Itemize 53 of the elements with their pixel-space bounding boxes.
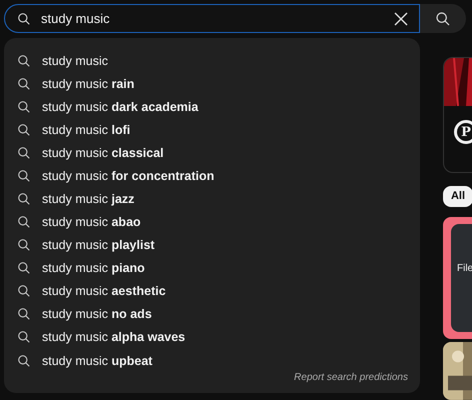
search-button[interactable] [420,4,466,33]
suggestion-item[interactable]: study music no ads [4,302,420,326]
search-icon [17,238,31,252]
suggestion-item[interactable]: study music aesthetic [4,280,420,303]
search-icon [17,76,31,91]
search-icon [17,354,31,368]
suggestion-text: study music playlist [42,238,155,252]
suggestion-text: study music jazz [42,192,134,206]
suggestion-text: study music for concentration [42,168,214,183]
suggestion-text: study music abao [42,215,141,230]
suggestion-item[interactable]: study music piano [4,256,420,280]
suggestion-text: study music dark academia [42,100,198,114]
suggestion-item[interactable]: study music for concentration [4,164,420,188]
suggestion-text: study music no ads [42,307,152,322]
search-input[interactable]: study music [41,11,383,26]
search-icon [17,122,31,137]
suggestion-item[interactable]: study music dark academia [4,95,420,118]
search-icon [17,330,31,344]
suggestion-text: study music alpha waves [42,330,186,344]
filter-chip[interactable]: All [443,186,472,208]
suggestion-item[interactable]: study music classical [4,141,420,164]
report-link[interactable]: Report search predictions [294,372,408,384]
suggestion-text: study music piano [42,261,145,276]
suggestion-item[interactable]: study music playlist [4,234,420,257]
suggestion-item[interactable]: study music upbeat [4,349,420,372]
clear-button[interactable] [393,10,409,26]
suggestion-text: study music lofi [42,122,130,137]
search-icon [17,54,31,68]
search-field[interactable]: study music [4,4,420,33]
suggestion-text: study music classical [42,146,164,160]
search-icon [17,100,31,114]
channel-logo: P [454,120,472,144]
suggestion-text: study music [42,54,108,68]
suggestion-item[interactable]: study music rain [4,72,420,96]
search-icon [17,146,31,160]
suggestion-text: study music upbeat [42,354,152,368]
search-icon [17,215,31,230]
suggestion-item[interactable]: study music [4,49,420,72]
close-icon [393,10,409,26]
search-icon [17,12,31,26]
suggestion-item[interactable]: study music jazz [4,187,420,211]
search-icon [17,261,31,276]
search-icon [17,307,31,322]
search-icon [17,192,31,206]
channel-card[interactable]: P [443,57,472,173]
suggestion-item[interactable]: study music lofi [4,118,420,142]
suggestion-item[interactable]: study music abao [4,210,420,234]
suggestion-text: study music aesthetic [42,284,166,298]
suggestion-text: study music rain [42,76,134,91]
search-icon [17,284,31,298]
search-icon [435,10,451,26]
suggestion-item[interactable]: study music alpha waves [4,326,420,350]
search-icon [17,168,31,183]
